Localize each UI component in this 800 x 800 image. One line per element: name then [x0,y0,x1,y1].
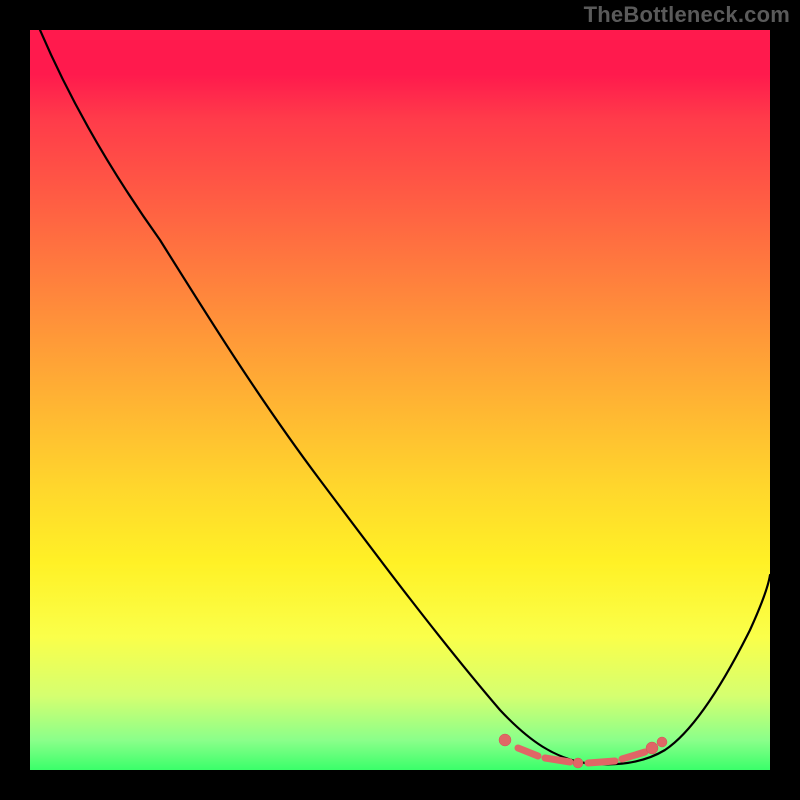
chart-container: TheBottleneck.com [0,0,800,800]
marker-dot [499,734,511,746]
curve-layer [30,30,770,770]
marker-dot [657,737,667,747]
optimal-zone-markers [499,734,667,768]
marker-dash [518,748,538,756]
watermark-text: TheBottleneck.com [584,2,790,28]
marker-dash [588,761,615,763]
marker-dot [573,758,583,768]
bottleneck-curve [40,30,770,764]
marker-dash [622,752,645,759]
marker-dot [646,742,658,754]
plot-area [30,30,770,770]
marker-dash [545,758,570,762]
